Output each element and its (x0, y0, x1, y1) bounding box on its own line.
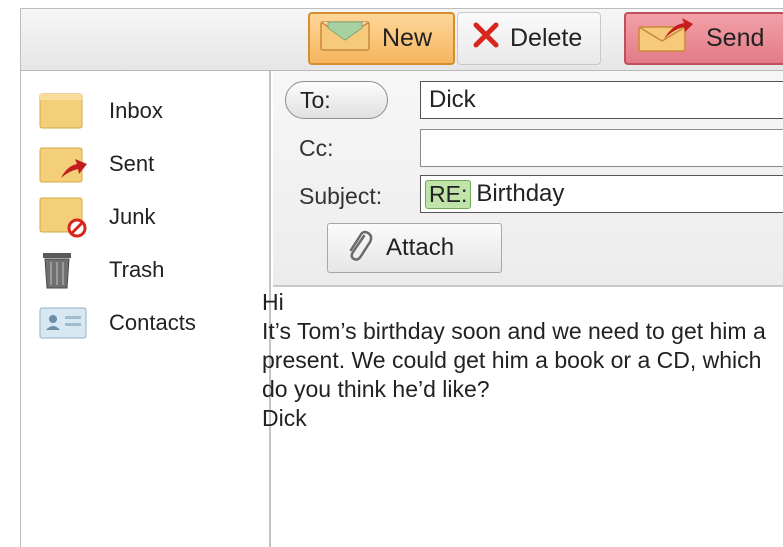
compose-header: To: Dick Cc: Subject: RE: Birthday Attac… (273, 71, 783, 287)
to-field[interactable]: Dick (420, 81, 783, 119)
send-envelope-icon (638, 17, 694, 60)
folder-junk-icon (39, 196, 89, 238)
delete-button-label: Delete (510, 24, 583, 52)
sidebar-item-label: Trash (109, 257, 165, 282)
new-button-label: New (382, 24, 433, 52)
new-button[interactable]: New (308, 12, 455, 65)
sidebar-item-label: Contacts (109, 310, 196, 335)
subject-value: Birthday (476, 180, 565, 207)
toolbar: New Delete Send (21, 9, 783, 71)
sidebar-item-label: Junk (109, 204, 156, 229)
to-value: Dick (429, 86, 476, 113)
send-button[interactable]: Send (624, 12, 783, 65)
paperclip-icon (344, 228, 374, 269)
cc-field[interactable] (420, 129, 783, 167)
reply-tag: RE: (425, 179, 472, 209)
folder-sidebar: Inbox Sent Junk Trash Contacts (21, 71, 271, 547)
to-button[interactable]: To: (285, 81, 388, 119)
send-button-label: Send (706, 24, 765, 52)
attach-button-label: Attach (386, 234, 455, 261)
cc-label: Cc: (299, 135, 334, 161)
contact-card-icon (39, 306, 89, 340)
envelope-icon (320, 18, 370, 59)
sidebar-item-junk[interactable]: Junk (39, 195, 265, 239)
sidebar-item-label: Inbox (109, 98, 163, 123)
sidebar-item-sent[interactable]: Sent (39, 142, 265, 186)
subject-field[interactable]: RE: Birthday (420, 175, 783, 213)
delete-x-icon (472, 21, 500, 56)
subject-label: Subject: (299, 183, 383, 209)
trash-icon (39, 250, 89, 290)
delete-button[interactable]: Delete (457, 12, 601, 65)
sidebar-item-label: Sent (109, 151, 155, 176)
folder-sent-icon (39, 144, 89, 184)
sidebar-item-inbox[interactable]: Inbox (39, 89, 265, 133)
message-body[interactable]: Hi It’s Tom’s birthday soon and we need … (262, 288, 772, 538)
folder-icon (39, 92, 89, 130)
sidebar-item-contacts[interactable]: Contacts (39, 301, 265, 345)
attach-button[interactable]: Attach (327, 223, 502, 273)
sidebar-item-trash[interactable]: Trash (39, 248, 265, 292)
